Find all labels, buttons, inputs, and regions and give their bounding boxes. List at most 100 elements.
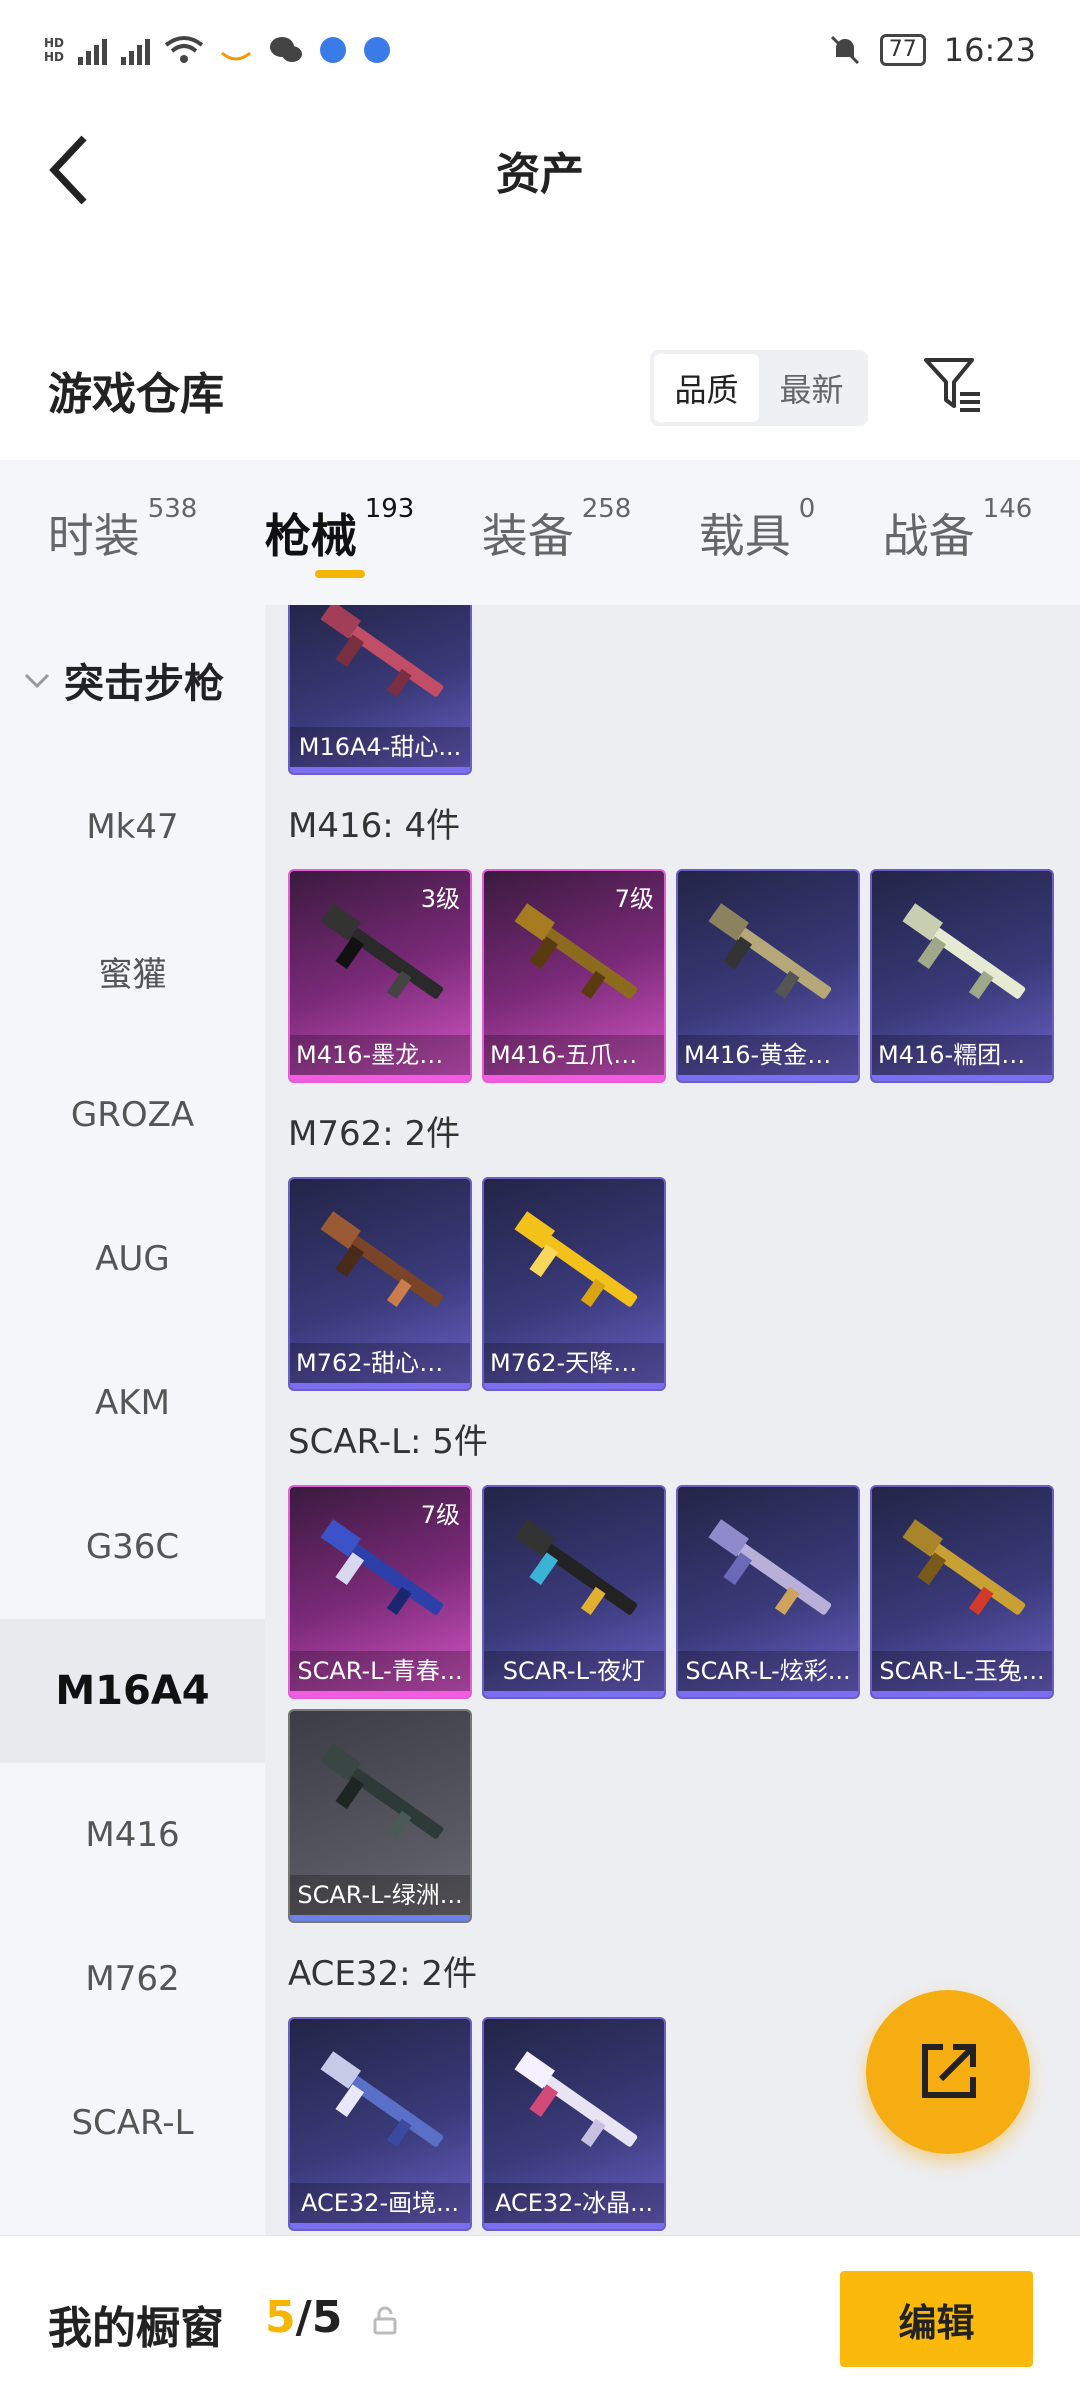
section-title: 游戏仓库	[48, 369, 224, 420]
skin-card[interactable]: SCAR-L-绿洲...	[288, 1709, 472, 1923]
skin-name: ACE32-冰晶...	[484, 2183, 664, 2223]
showcase-count-total: 5	[311, 2292, 343, 2343]
skin-name: SCAR-L-炫彩...	[678, 1651, 858, 1691]
tab-label: 枪械	[264, 509, 357, 563]
sidebar-item-aug[interactable]: AUG	[0, 1187, 265, 1331]
skin-card[interactable]: M416-黄金龙...	[676, 869, 860, 1083]
rarity-strip	[290, 2223, 470, 2229]
rifle-skin-image	[320, 1211, 444, 1307]
showcase-label: 我的橱窗	[48, 2303, 224, 2354]
showcase-count-separator: /	[295, 2292, 312, 2343]
skin-name: M762-甜心宝...	[290, 1343, 470, 1383]
rarity-strip	[484, 2223, 664, 2229]
skin-card[interactable]: M762-天降萌...	[482, 1177, 666, 1391]
skin-card[interactable]: 3级 M416-墨龙九...	[288, 869, 472, 1083]
skin-card[interactable]: SCAR-L-夜灯	[482, 1485, 666, 1699]
sidebar-item-akm[interactable]: AKM	[0, 1331, 265, 1475]
tab-readiness[interactable]: 战备 146	[883, 460, 1033, 605]
skin-name: SCAR-L-夜灯	[484, 1651, 664, 1691]
rarity-strip	[290, 767, 470, 773]
skin-card[interactable]: 7级 M416-五爪金...	[482, 869, 666, 1083]
skin-card[interactable]: 7级 SCAR-L-青春...	[288, 1485, 472, 1699]
rarity-strip	[290, 1383, 470, 1389]
skin-name: SCAR-L-青春...	[290, 1651, 470, 1691]
sort-latest-option[interactable]: 最新	[759, 354, 864, 422]
sort-quality-option[interactable]: 品质	[654, 354, 759, 422]
group-title: M416: 4件	[288, 805, 461, 846]
share-button[interactable]	[866, 1990, 1030, 2154]
honor-icon	[221, 51, 251, 61]
skin-card[interactable]: ACE32-冰晶...	[482, 2017, 666, 2231]
skin-name: M416-五爪金...	[484, 1035, 664, 1075]
chevron-down-icon	[24, 673, 50, 689]
sidebar-group-assault-rifles[interactable]: 突击步枪	[0, 605, 265, 755]
section-header: 游戏仓库 品质 最新	[0, 330, 1080, 450]
app-icon	[364, 37, 391, 63]
skin-name: M762-天降萌...	[484, 1343, 664, 1383]
active-tab-indicator	[314, 570, 365, 578]
app-icon	[320, 37, 347, 63]
group-title: M762: 2件	[288, 1113, 461, 1154]
rifle-skin-image	[708, 1519, 832, 1615]
rifle-skin-image	[320, 2051, 444, 2147]
skin-card[interactable]: M762-甜心宝...	[288, 1177, 472, 1391]
showcase-bar: 我的橱窗 5/5 编辑	[0, 2235, 1080, 2400]
skin-name: ACE32-画境...	[290, 2183, 470, 2223]
rarity-strip	[678, 1691, 858, 1697]
skin-card[interactable]: M16A4-甜心...	[288, 605, 472, 775]
rarity-strip	[678, 1075, 858, 1081]
skin-name: M416-黄金龙...	[678, 1035, 858, 1075]
app-bar: 资产	[0, 100, 1080, 240]
tab-equipment[interactable]: 装备 258	[482, 460, 632, 605]
page-title: 资产	[496, 149, 584, 200]
share-external-icon	[922, 2044, 976, 2098]
tab-label: 时装	[47, 509, 140, 563]
sidebar-item-m416[interactable]: M416	[0, 1763, 265, 1907]
rifle-skin-image	[514, 1519, 638, 1615]
tab-count: 0	[798, 494, 816, 524]
filter-icon[interactable]	[920, 352, 986, 418]
skin-card[interactable]: M416-糯团青...	[870, 869, 1054, 1083]
hd-icon: HD HD	[44, 36, 65, 64]
tab-label: 装备	[481, 509, 574, 563]
tab-label: 战备	[882, 509, 975, 563]
sidebar-item-m16a4[interactable]: M16A4	[0, 1619, 265, 1763]
tab-count: 146	[982, 494, 1033, 524]
tab-guns[interactable]: 枪械 193	[264, 460, 414, 605]
sidebar-item-groza[interactable]: GROZA	[0, 1043, 265, 1187]
wechat-icon	[270, 37, 303, 62]
skin-card[interactable]: ACE32-画境...	[288, 2017, 472, 2231]
sidebar-item-g36c[interactable]: G36C	[0, 1475, 265, 1619]
tab-count: 538	[147, 494, 198, 524]
sidebar-item-scar-l[interactable]: SCAR-L	[0, 2051, 265, 2195]
rarity-strip	[484, 1691, 664, 1697]
rifle-skin-image	[902, 903, 1026, 999]
tab-fashion[interactable]: 时装 538	[48, 460, 198, 605]
skin-name: M16A4-甜心...	[290, 727, 470, 767]
rifle-skin-image	[320, 1519, 444, 1615]
tab-vehicles[interactable]: 载具 0	[699, 460, 816, 605]
rifle-skin-image	[708, 903, 832, 999]
edit-button[interactable]: 编辑	[840, 2271, 1033, 2367]
tab-label: 载具	[698, 509, 791, 563]
status-bar: HD HD 77 16:23	[0, 0, 1080, 100]
skin-name: SCAR-L-绿洲...	[290, 1875, 470, 1915]
skin-name: SCAR-L-玉兔...	[872, 1651, 1052, 1691]
weapon-type-sidebar: 突击步枪 Mk47 蜜獾 GROZA AUG AKM G36C M16A4 M4…	[0, 605, 265, 2235]
battery-indicator: 77	[879, 34, 926, 66]
rifle-skin-image	[902, 1519, 1026, 1615]
sort-toggle: 品质 最新	[650, 350, 868, 426]
sidebar-item-mk47[interactable]: Mk47	[0, 755, 265, 899]
skin-card[interactable]: SCAR-L-炫彩...	[676, 1485, 860, 1699]
sidebar-group-label: 突击步枪	[64, 661, 224, 707]
rifle-skin-image	[514, 903, 638, 999]
group-title: SCAR-L: 5件	[288, 1421, 488, 1462]
rifle-skin-image	[320, 1743, 444, 1839]
skin-card[interactable]: SCAR-L-玉兔...	[870, 1485, 1054, 1699]
clock: 16:23	[943, 31, 1036, 69]
sidebar-item-honey-badger[interactable]: 蜜獾	[0, 899, 265, 1043]
rifle-skin-image	[320, 605, 444, 697]
rarity-strip	[290, 1915, 470, 1921]
sidebar-item-m762[interactable]: M762	[0, 1907, 265, 2051]
rifle-skin-image	[514, 2051, 638, 2147]
